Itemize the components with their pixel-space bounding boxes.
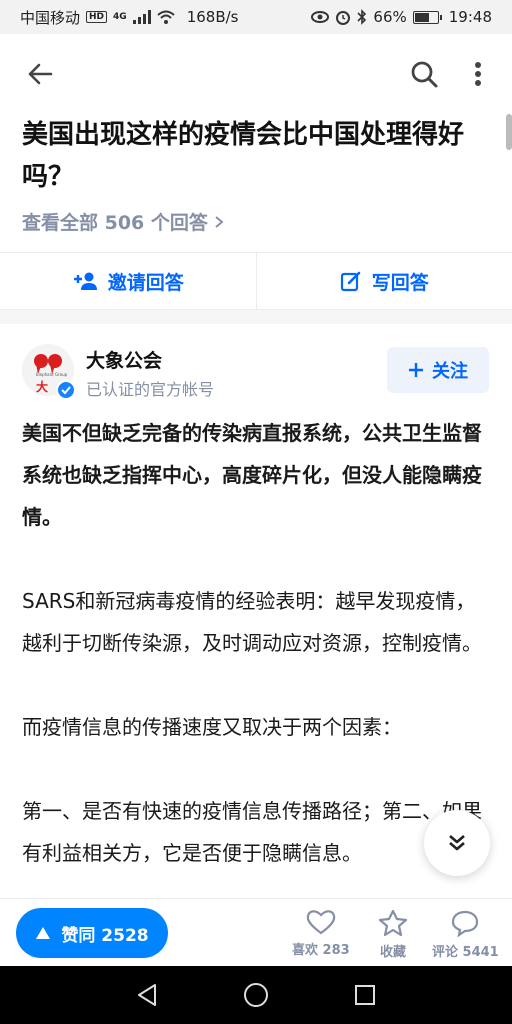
avatar-logo-small-text: Elephant Group [36, 372, 68, 377]
author-description: 已认证的官方帐号 [86, 380, 215, 399]
system-home-button[interactable] [241, 980, 271, 1010]
double-chevron-down-icon [449, 835, 465, 851]
network-type: 4G [113, 12, 127, 22]
follow-button[interactable]: 关注 [387, 347, 489, 393]
carrier-label: 中国移动 [20, 8, 81, 27]
network-speed: 168B/s [186, 8, 239, 26]
like-button[interactable]: 喜欢 283 [292, 909, 350, 958]
status-bar: 中国移动 HD 4G 168B/s 66% 19:48 [0, 0, 512, 34]
more-button[interactable] [460, 56, 496, 92]
write-answer-label: 写回答 [371, 271, 429, 294]
comment-bubble-icon [452, 910, 479, 937]
avatar-logo-text: 大 [36, 380, 49, 394]
edit-icon [340, 271, 361, 292]
wifi-icon [157, 10, 175, 24]
square-recents-icon [355, 985, 375, 1005]
system-navigation-bar [0, 966, 512, 1024]
answer-paragraph: SARS和新冠病毒疫情的经验表明：越早发现疫情，越利于切断传染源，及时调动应对资… [22, 589, 482, 655]
answer-content: 美国不但缺乏完备的传染病直报系统，公共卫生监督系统也缺乏指挥中心，高度碎片化，但… [22, 412, 492, 916]
avatar[interactable]: Elephant Group 大 [22, 344, 76, 400]
like-label: 喜欢 283 [292, 943, 350, 958]
answer-paragraph: 而疫情信息的传播速度又取决于两个因素： [22, 715, 402, 739]
answer-paragraph: 第一、是否有快速的疫情信息传播路径；第二、如果有利益相关方，它是否便于隐瞒信息。 [22, 799, 482, 865]
more-vertical-icon [475, 62, 481, 86]
chevron-right-icon [215, 215, 224, 228]
battery-icon [412, 10, 442, 24]
next-answer-button[interactable] [424, 810, 490, 876]
collect-button[interactable]: 收藏 [378, 909, 408, 960]
heart-icon [306, 910, 336, 935]
circle-home-icon [244, 983, 268, 1007]
follow-label: 关注 [432, 361, 468, 382]
clock: 19:48 [448, 8, 492, 26]
star-icon [378, 909, 408, 937]
verified-badge-icon [56, 380, 76, 400]
battery-percent: 66% [373, 8, 407, 26]
plus-icon [409, 363, 423, 377]
bottom-action-bar: 赞同 2528 喜欢 283 收藏 评论 5441 [0, 898, 512, 966]
triangle-back-icon [138, 984, 156, 1006]
back-button[interactable] [22, 56, 58, 92]
signal-icon [132, 10, 151, 24]
author-name[interactable]: 大象公会 [86, 346, 162, 373]
comment-label: 评论 5441 [432, 945, 499, 960]
answer-paragraph: 美国不但缺乏完备的传染病直报系统，公共卫生监督系统也缺乏指挥中心，高度碎片化，但… [22, 421, 482, 529]
bluetooth-icon [357, 9, 367, 25]
system-back-button[interactable] [132, 980, 162, 1010]
system-recents-button[interactable] [350, 980, 380, 1010]
battery-fill [414, 12, 430, 22]
search-icon [411, 61, 438, 88]
answers-count-label: 查看全部 506 个回答 [22, 212, 208, 234]
alarm-icon [336, 11, 351, 25]
scroll-indicator [506, 114, 512, 150]
back-arrow-icon [28, 63, 53, 85]
write-answer-button[interactable]: 写回答 [257, 253, 512, 309]
top-nav [0, 34, 512, 114]
search-button[interactable] [406, 56, 442, 92]
invite-answer-label: 邀请回答 [107, 271, 184, 294]
author-row: Elephant Group 大 大象公会 已认证的官方帐号 关注 [22, 340, 492, 400]
upvote-button[interactable]: 赞同 2528 [16, 908, 168, 958]
upvote-label: 赞同 2528 [61, 925, 149, 946]
hd-badge: HD [86, 11, 108, 23]
invite-answer-button[interactable]: 邀请回答 [0, 253, 256, 309]
question-action-row: 邀请回答 写回答 [0, 252, 512, 310]
collect-label: 收藏 [379, 945, 406, 960]
eye-icon [311, 11, 330, 23]
comment-button[interactable]: 评论 5441 [432, 909, 499, 960]
invite-user-icon [73, 272, 97, 290]
question-title: 美国出现这样的疫情会比中国处理得好吗？ [22, 120, 465, 192]
view-all-answers-link[interactable]: 查看全部 506 个回答 [22, 208, 224, 235]
section-separator [0, 310, 512, 324]
triangle-up-icon [36, 927, 51, 939]
